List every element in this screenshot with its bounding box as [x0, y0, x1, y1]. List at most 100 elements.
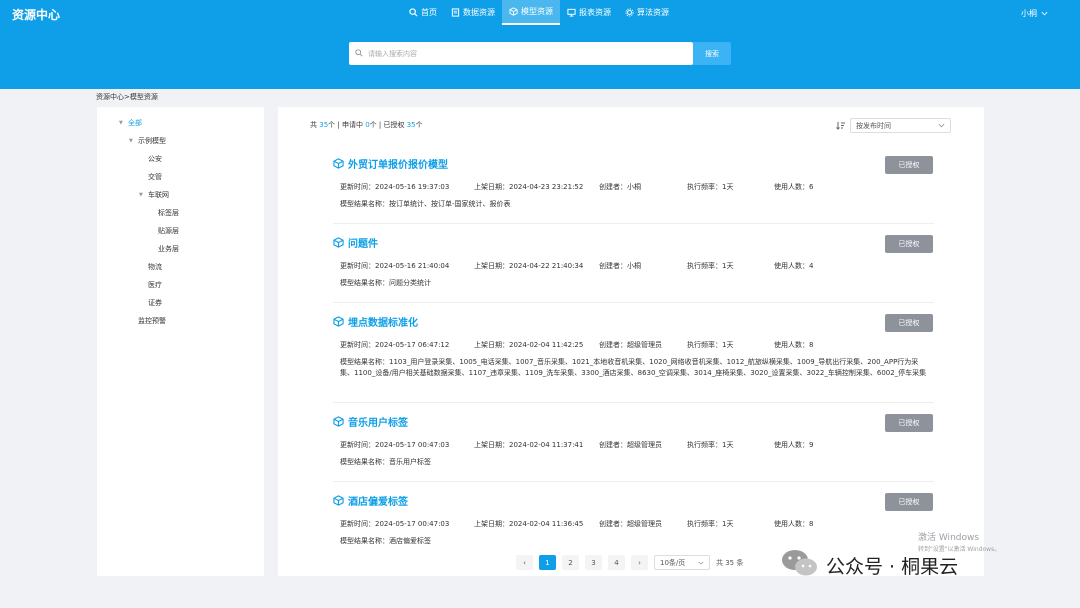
- sort-selected-value: 按发布时间: [856, 121, 891, 130]
- meta-frequency: 执行频率：1天: [687, 340, 733, 350]
- cube-icon: [333, 158, 344, 169]
- result-summary: 共 35个 | 申请中 0个 | 已授权 35个: [310, 120, 423, 130]
- tree-node-label: 车联网: [148, 191, 169, 199]
- meta-creator: 创建者：小桐: [599, 182, 641, 192]
- summary-text: 个 | 已授权: [369, 121, 407, 129]
- meta-value: 2024-05-16 19:37:03: [375, 183, 450, 191]
- meta-label: 模型结果名称：: [340, 200, 389, 208]
- nav-item-data-resources[interactable]: 数据资源: [444, 0, 502, 25]
- meta-value: 2024-05-17 00:47:03: [375, 520, 450, 528]
- search-button[interactable]: 搜索: [693, 42, 731, 65]
- meta-updated: 更新时间：2024-05-16 21:40:04: [340, 261, 449, 271]
- model-title-link[interactable]: 埋点数据标准化: [333, 314, 418, 329]
- meta-label: 上架日期：: [474, 183, 509, 191]
- model-result: 模型结果名称：问题分类统计: [340, 278, 930, 289]
- tree-node-tag-layer[interactable]: 标签层: [158, 208, 179, 218]
- app-logo-title[interactable]: 资源中心: [12, 6, 60, 23]
- meta-value: 2024-05-16 21:40:04: [375, 262, 450, 270]
- meta-value: 2024-02-04 11:37:41: [509, 441, 584, 449]
- monitor-icon: [567, 8, 576, 17]
- tree-node-label: 业务层: [158, 245, 179, 253]
- meta-value: 小桐: [627, 262, 641, 270]
- model-card: 外贸订单报价报价模型 已授权 更新时间：2024-05-16 19:37:03 …: [333, 156, 934, 224]
- cube-icon: [333, 416, 344, 427]
- tree-node-label: 公安: [148, 155, 162, 163]
- meta-label: 更新时间：: [340, 262, 375, 270]
- page-button-1[interactable]: 1: [539, 555, 556, 570]
- meta-value: 9: [809, 441, 814, 449]
- meta-label: 上架日期：: [474, 441, 509, 449]
- model-title: 音乐用户标签: [348, 418, 408, 429]
- meta-value: 2024-02-04 11:36:45: [509, 520, 584, 528]
- meta-value: 2024-02-04 11:42:25: [509, 341, 584, 349]
- page-button-3[interactable]: 3: [585, 555, 602, 570]
- authorized-button[interactable]: 已授权: [885, 493, 933, 511]
- tree-node-business-layer[interactable]: 业务层: [158, 244, 179, 254]
- authorized-button[interactable]: 已授权: [885, 235, 933, 253]
- tree-node-connected-vehicles[interactable]: ▼ 车联网: [139, 190, 169, 200]
- meta-label: 模型结果名称：: [340, 358, 389, 366]
- sort-select[interactable]: 按发布时间: [850, 118, 951, 133]
- pagination: ‹ 1 2 3 4 › 10条/页 共 35 条: [516, 555, 743, 570]
- meta-users: 使用人数：8: [774, 340, 813, 350]
- tree-node-traffic[interactable]: 交管: [148, 172, 162, 182]
- meta-creator: 创建者：超级管理员: [599, 519, 662, 529]
- prev-page-button[interactable]: ‹: [516, 555, 533, 570]
- meta-value: 音乐用户标签: [389, 458, 431, 466]
- sort-icon[interactable]: [836, 121, 846, 132]
- meta-updated: 更新时间：2024-05-17 00:47:03: [340, 440, 449, 450]
- nav-item-algorithm-resources[interactable]: 算法资源: [618, 0, 676, 25]
- chevron-down-icon: [698, 559, 704, 567]
- meta-value: 问题分类统计: [389, 279, 431, 287]
- authorized-button[interactable]: 已授权: [885, 314, 933, 332]
- model-result: 模型结果名称：酒店偏爱标签: [340, 536, 930, 545]
- model-title: 酒店偏爱标签: [348, 497, 408, 508]
- page-button-4[interactable]: 4: [608, 555, 625, 570]
- model-title-link[interactable]: 问题件: [333, 235, 378, 250]
- meta-updated: 更新时间：2024-05-17 06:47:12: [340, 340, 449, 350]
- nav-item-home[interactable]: 首页: [402, 0, 444, 25]
- document-icon: [451, 8, 460, 17]
- model-title-link[interactable]: 外贸订单报价报价模型: [333, 156, 448, 171]
- gear-icon: [625, 8, 634, 17]
- tree-node-source-layer[interactable]: 贴源层: [158, 226, 179, 236]
- model-title-link[interactable]: 音乐用户标签: [333, 414, 408, 429]
- tree-node-monitoring-alert[interactable]: 监控预警: [138, 316, 166, 326]
- authorized-button[interactable]: 已授权: [885, 414, 933, 432]
- nav-item-report-resources[interactable]: 报表资源: [560, 0, 618, 25]
- meta-value: 2024-05-17 00:47:03: [375, 441, 450, 449]
- tree-node-medical[interactable]: 医疗: [148, 280, 162, 290]
- search-box: [349, 42, 693, 65]
- meta-value: 超级管理员: [627, 341, 662, 349]
- tree-node-label: 证券: [148, 299, 162, 307]
- page-button-2[interactable]: 2: [562, 555, 579, 570]
- nav-item-label: 算法资源: [637, 8, 669, 17]
- page-size-select[interactable]: 10条/页: [654, 555, 710, 570]
- model-result: 模型结果名称：1103_用户登录采集、1005_电话采集、1007_音乐采集、1…: [340, 357, 930, 379]
- nav-item-label: 首页: [421, 8, 437, 17]
- meta-value: 1天: [722, 441, 734, 449]
- meta-listed: 上架日期：2024-02-04 11:36:45: [474, 519, 583, 529]
- tree-node-all[interactable]: ▼ 全部: [119, 118, 142, 128]
- next-page-button[interactable]: ›: [631, 555, 648, 570]
- nav-item-model-resources[interactable]: 模型资源: [502, 0, 560, 25]
- authorized-button[interactable]: 已授权: [885, 156, 933, 174]
- caret-down-icon: ▼: [139, 192, 143, 198]
- tree-node-logistics[interactable]: 物流: [148, 262, 162, 272]
- model-title: 外贸订单报价报价模型: [348, 160, 448, 171]
- meta-label: 更新时间：: [340, 341, 375, 349]
- cube-icon: [333, 237, 344, 248]
- meta-label: 执行频率：: [687, 341, 722, 349]
- meta-value: 1天: [722, 520, 734, 528]
- search-input[interactable]: [368, 49, 693, 58]
- model-title-link[interactable]: 酒店偏爱标签: [333, 493, 408, 508]
- cube-icon: [333, 495, 344, 506]
- tree-node-securities[interactable]: 证券: [148, 298, 162, 308]
- meta-listed: 上架日期：2024-02-04 11:37:41: [474, 440, 583, 450]
- meta-label: 创建者：: [599, 441, 627, 449]
- meta-label: 更新时间：: [340, 441, 375, 449]
- model-card: 音乐用户标签 已授权 更新时间：2024-05-17 00:47:03 上架日期…: [333, 414, 934, 482]
- tree-node-sample-models[interactable]: ▼ 示例模型: [129, 136, 166, 146]
- user-menu[interactable]: 小桐: [1021, 8, 1048, 19]
- tree-node-public-security[interactable]: 公安: [148, 154, 162, 164]
